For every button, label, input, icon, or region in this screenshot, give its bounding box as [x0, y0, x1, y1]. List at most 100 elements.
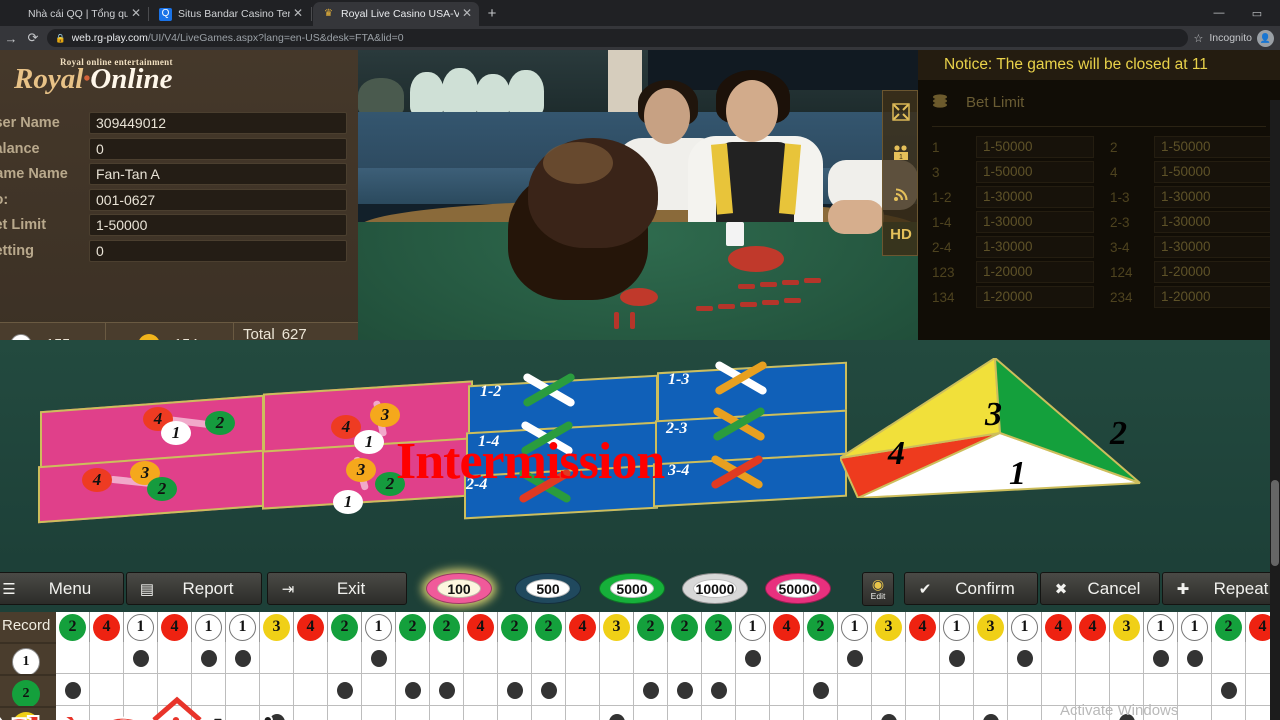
record-cell	[804, 706, 838, 720]
record-header-cell: 1	[1144, 612, 1178, 642]
video-controls[interactable]: 1 HD	[882, 90, 918, 256]
record-header-cell: 1	[838, 612, 872, 642]
svg-text:1: 1	[899, 154, 903, 161]
blue-label-1-2: 1-2	[480, 383, 502, 400]
record-dot	[405, 682, 421, 699]
bet-limit-key: 1	[932, 140, 940, 155]
forward-button[interactable]: →	[0, 31, 22, 46]
cancel-button[interactable]: ✖ Cancel	[1040, 572, 1160, 605]
record-cell	[770, 674, 804, 706]
chip-50000[interactable]: 50000	[765, 573, 831, 604]
scrollbar-thumb[interactable]	[1271, 480, 1279, 566]
confirm-button[interactable]: ✔ Confirm	[904, 572, 1038, 605]
record-result-bubble: 4	[909, 613, 936, 641]
browser-tab-1[interactable]: Nhà cái QQ | Tổng quan chi tiết n ✕	[0, 2, 148, 26]
record-cell	[260, 674, 294, 706]
nim-bubble-3: 3	[370, 403, 400, 427]
chip-edit-icon: ◉	[871, 575, 885, 592]
record-result-bubble: 2	[807, 613, 834, 641]
tab-close-icon[interactable]: ✕	[128, 6, 144, 22]
chip-value: 10000	[693, 579, 737, 598]
chip-100[interactable]: 100	[426, 573, 492, 604]
record-result-bubble: 4	[161, 613, 188, 641]
record-cell	[1008, 706, 1042, 720]
tab-close-icon[interactable]: ✕	[290, 6, 306, 22]
tab-close-icon[interactable]: ✕	[459, 6, 475, 22]
page-scrollbar[interactable]	[1270, 100, 1280, 720]
triangle-label-3: 3	[985, 396, 1002, 433]
chip-10000[interactable]: 10000	[682, 573, 748, 604]
record-result-bubble: 4	[1045, 613, 1072, 641]
record-cell	[736, 706, 770, 720]
record-result-bubble: 1	[127, 613, 154, 641]
tab-favicon-q: Q	[159, 7, 172, 21]
minimize-button[interactable]: —	[1200, 7, 1238, 19]
info-label: Bet Limit	[0, 217, 47, 233]
browser-toolbar: → ⟳ 🔒 web.rg-play.com/UI/V4/LiveGames.as…	[0, 26, 1280, 50]
logo-wordmark: Royal•Online	[14, 63, 173, 95]
record-result-bubble: 2	[59, 613, 86, 641]
record-header-cell: 2	[396, 612, 430, 642]
record-cell	[498, 706, 532, 720]
maximize-button[interactable]: ▭	[1238, 7, 1276, 20]
record-cell	[940, 642, 974, 674]
live-video-feed[interactable]: 0-0-0-1 2019-11-28 10:27:31 1 HD	[358, 50, 918, 360]
record-dot	[881, 714, 897, 720]
record-cell	[158, 642, 192, 674]
crown-icon: ♛	[0, 60, 1, 93]
record-cell	[396, 706, 430, 720]
coin-stack-icon	[932, 94, 948, 111]
hd-icon[interactable]: HD	[883, 214, 918, 255]
action-toolbar: ☰ Menu ▤ Report ⇥ Exit 100 500 5000 1000…	[0, 565, 1280, 612]
reload-button[interactable]: ⟳	[22, 30, 44, 46]
record-cell	[838, 674, 872, 706]
plus-icon: ✚	[1176, 580, 1190, 598]
incognito-indicator[interactable]: Incognito 👤	[1209, 29, 1274, 47]
new-tab-button[interactable]: +	[481, 4, 503, 24]
bet-limit-key: 1-4	[932, 215, 952, 230]
bet-limit-key: 3-4	[1110, 240, 1130, 255]
menu-button[interactable]: ☰ Menu	[0, 572, 124, 605]
bet-limit-key: 134	[932, 290, 955, 305]
record-result-bubble: 1	[943, 613, 970, 641]
camera-switch-icon[interactable]: 1	[883, 132, 918, 173]
chip-edit-button[interactable]: ◉ Edit	[862, 572, 894, 606]
record-cell	[770, 642, 804, 674]
bet-limit-key: 124	[1110, 265, 1133, 280]
record-header-cell: 2	[668, 612, 702, 642]
record-header-cell: 1	[940, 612, 974, 642]
record-cell	[906, 706, 940, 720]
record-cell	[566, 674, 600, 706]
browser-tab-2[interactable]: Q Situs Bandar Casino Terpercaya In ✕	[150, 2, 310, 26]
record-result-bubble: 1	[1011, 613, 1038, 641]
repeat-button-label: Repeat	[1213, 578, 1269, 598]
record-dot	[677, 682, 693, 699]
record-cell	[1008, 674, 1042, 706]
exit-button[interactable]: ⇥ Exit	[267, 572, 407, 605]
bookmark-star-icon[interactable]: ☆	[1194, 32, 1204, 45]
browser-tab-3-active[interactable]: ♛ Royal Live Casino USA-VN ✕	[313, 2, 479, 26]
tab-favicon-generic	[9, 8, 22, 21]
record-header-cell: 2	[1212, 612, 1246, 642]
record-cell	[260, 642, 294, 674]
repeat-button[interactable]: ✚ Repeat	[1162, 572, 1280, 605]
browser-chrome: Nhà cái QQ | Tổng quan chi tiết n ✕ Q Si…	[0, 0, 1280, 50]
bet-limit-value: 1-20000	[976, 286, 1094, 308]
record-header-cell: 1	[226, 612, 260, 642]
chip-5000[interactable]: 5000	[599, 573, 665, 604]
watermark-roof-icon	[152, 696, 202, 720]
chip-500[interactable]: 500	[515, 573, 581, 604]
record-cell	[192, 642, 226, 674]
activate-windows-notice: Activate Windows Go to Settings to activ…	[1060, 702, 1226, 720]
record-cell	[498, 674, 532, 706]
report-button[interactable]: ▤ Report	[126, 572, 262, 605]
record-cell	[940, 674, 974, 706]
signal-icon[interactable]	[883, 173, 918, 214]
record-cell	[430, 674, 464, 706]
fullscreen-icon[interactable]	[883, 91, 918, 132]
record-dot	[541, 682, 557, 699]
record-cell	[974, 706, 1008, 720]
record-result-bubble: 1	[1181, 613, 1208, 641]
record-cell	[464, 642, 498, 674]
address-bar[interactable]: 🔒 web.rg-play.com/UI/V4/LiveGames.aspx?l…	[47, 29, 1188, 47]
